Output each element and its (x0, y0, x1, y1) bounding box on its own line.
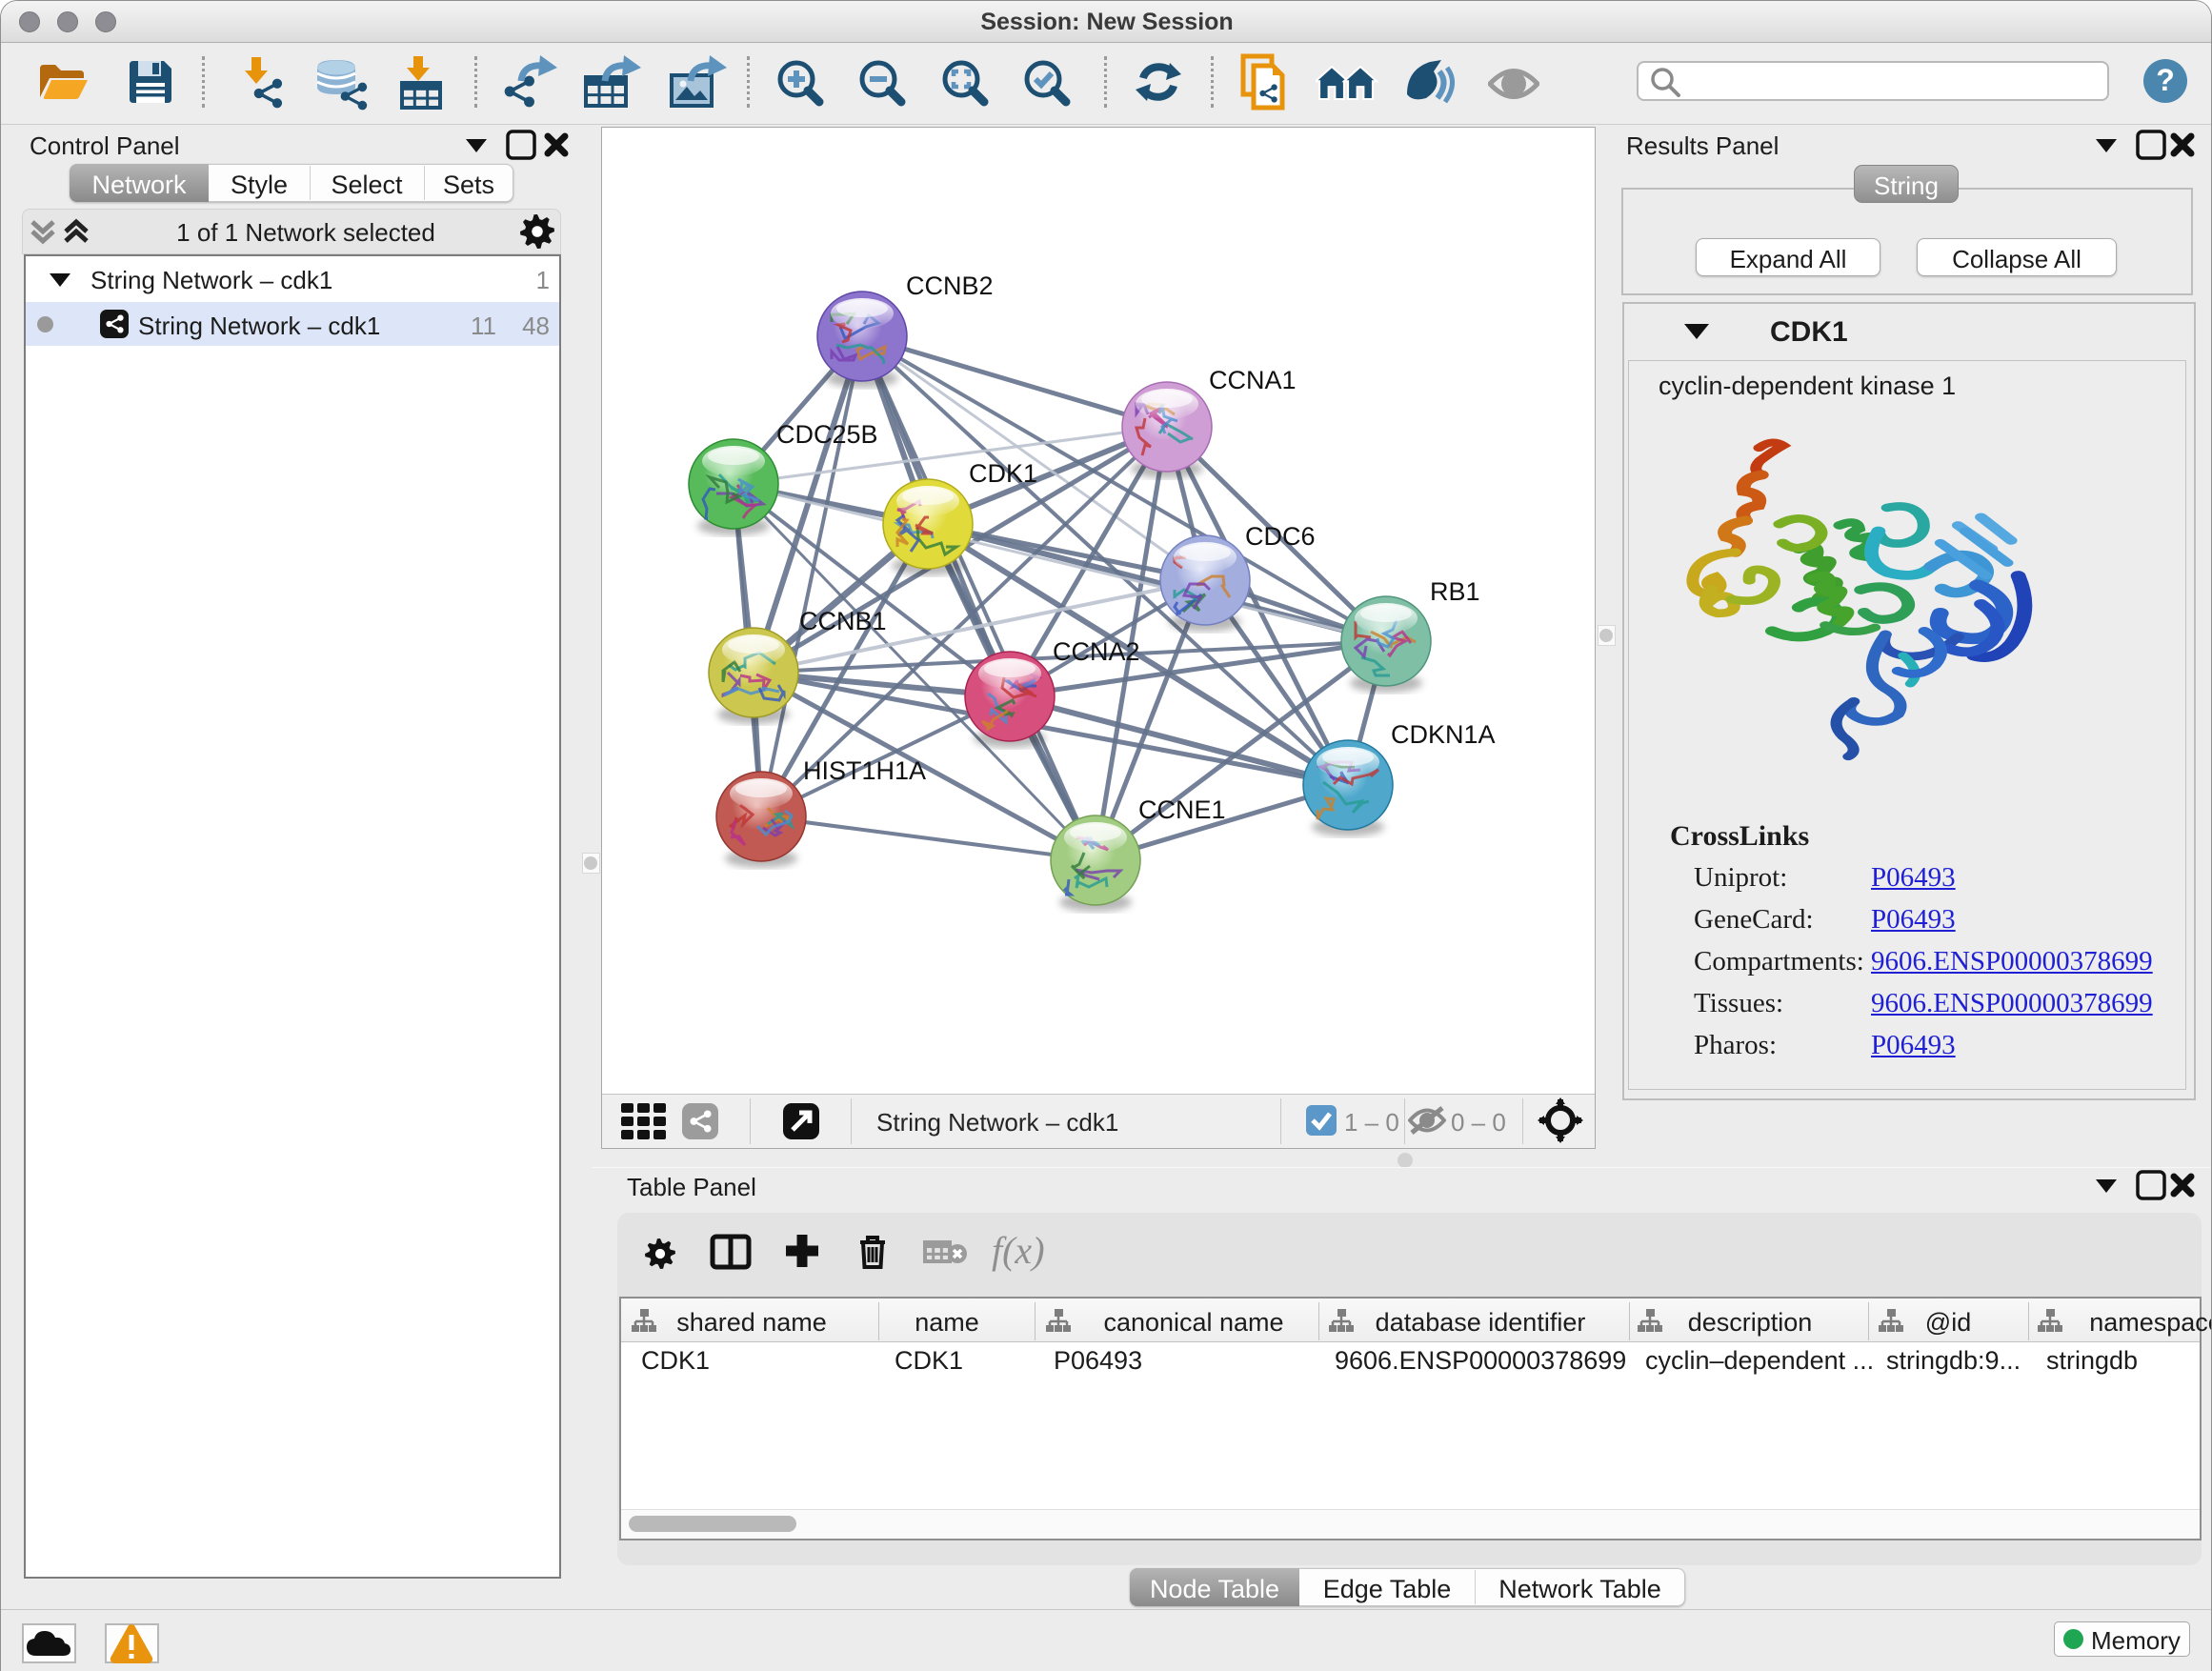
svg-text:?: ? (2156, 63, 2175, 97)
svg-text:HIST1H1A: HIST1H1A (803, 756, 926, 785)
svg-text:CCNB1: CCNB1 (799, 607, 887, 635)
svg-text:RB1: RB1 (1430, 577, 1480, 606)
svg-text:CDC6: CDC6 (1245, 522, 1316, 551)
svg-text:CCNB2: CCNB2 (906, 272, 994, 300)
svg-text:CCNA1: CCNA1 (1209, 366, 1297, 394)
svg-text:CDC25B: CDC25B (776, 420, 878, 449)
svg-text:CDKN1A: CDKN1A (1391, 720, 1496, 749)
svg-text:CCNE1: CCNE1 (1138, 795, 1226, 824)
svg-text:CDK1: CDK1 (969, 459, 1037, 488)
svg-text:CCNA2: CCNA2 (1053, 637, 1140, 666)
